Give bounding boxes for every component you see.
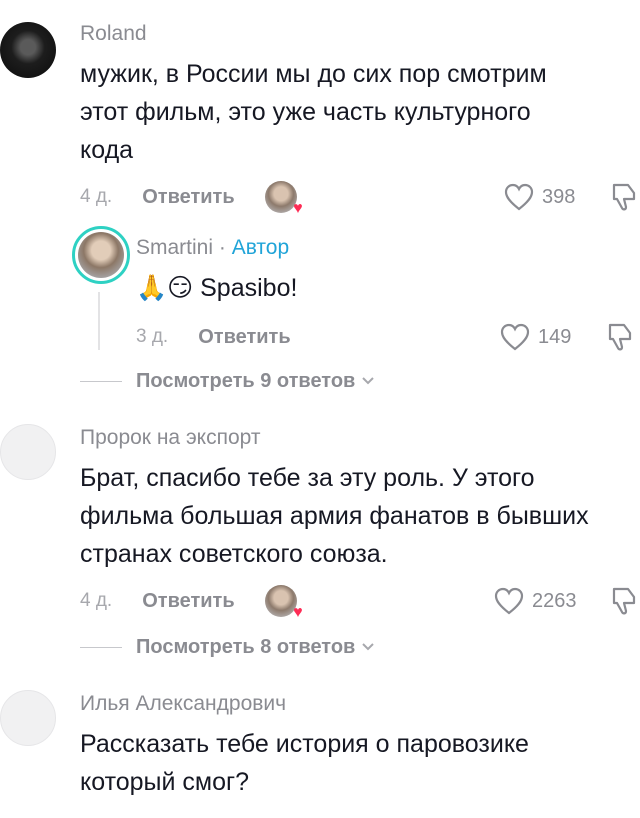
avatar[interactable] — [72, 226, 130, 284]
like-count: 398 — [542, 185, 576, 208]
like-count: 149 — [538, 325, 572, 348]
reply-username[interactable]: Smartini · Автор — [136, 236, 289, 260]
dislike-button[interactable] — [610, 180, 638, 214]
view-replies-button[interactable]: Посмотреть 8 ответов — [80, 632, 375, 662]
avatar[interactable] — [0, 22, 56, 78]
like-button[interactable]: 398 — [504, 180, 575, 214]
comment-meta: 4 д. Ответить ♥ — [80, 584, 303, 621]
thumbs-down-icon — [608, 323, 632, 351]
avatar[interactable] — [0, 690, 56, 746]
reply-button[interactable]: Ответить — [198, 326, 290, 349]
comment-text-line: фильма большая армия фанатов в бывших — [80, 502, 589, 530]
author-badge: Автор — [231, 236, 290, 259]
reply-meta: 3 д. Ответить — [136, 320, 291, 354]
heart-outline-icon — [500, 323, 530, 351]
view-replies-label: Посмотреть 9 ответов — [136, 369, 356, 392]
view-replies-button[interactable]: Посмотреть 9 ответов — [80, 366, 375, 396]
dislike-button[interactable] — [606, 320, 634, 354]
reply-time: 3 д. — [136, 326, 169, 347]
comment-time: 4 д. — [80, 186, 113, 207]
heart-icon: ♥ — [293, 604, 303, 621]
thumbs-down-icon — [612, 183, 636, 211]
comment-username[interactable]: Пророк на экспорт — [80, 426, 260, 450]
separator: · — [218, 236, 226, 259]
creator-liked-icon: ♥ — [264, 585, 303, 621]
comment-text-line: мужик, в России мы до сих пор смотрим — [80, 60, 547, 88]
comment-text-line: Брат, спасибо тебе за эту роль. У этого — [80, 464, 535, 492]
like-button[interactable]: 149 — [500, 320, 571, 354]
divider — [80, 380, 122, 382]
reply-username-text: Smartini — [136, 236, 214, 259]
comment-username[interactable]: Roland — [80, 22, 147, 46]
thread-line — [98, 292, 100, 350]
comment-text-line: странах советского союза. — [80, 540, 388, 568]
comment-text-line: Рассказать тебе история о паровозике — [80, 730, 529, 758]
like-button[interactable]: 2263 — [494, 584, 577, 618]
heart-outline-icon — [504, 183, 534, 211]
heart-outline-icon — [494, 587, 524, 615]
reply-button[interactable]: Ответить — [142, 590, 234, 613]
chevron-down-icon — [362, 377, 375, 385]
comment-username[interactable]: Илья Александрович — [80, 692, 286, 716]
creator-liked-icon: ♥ — [264, 181, 303, 217]
divider — [80, 646, 122, 648]
heart-icon: ♥ — [293, 200, 303, 217]
avatar-image — [78, 232, 124, 278]
comment-time: 4 д. — [80, 590, 113, 611]
comment-meta: 4 д. Ответить ♥ — [80, 180, 303, 217]
comment-text-line: кода — [80, 136, 134, 164]
reply-text: 🙏😏 Spasibo! — [136, 274, 298, 302]
like-count: 2263 — [532, 589, 577, 612]
chevron-down-icon — [362, 643, 375, 651]
avatar[interactable] — [0, 424, 56, 480]
reply-button[interactable]: Ответить — [142, 186, 234, 209]
thumbs-down-icon — [612, 587, 636, 615]
comment-text-line: который смог? — [80, 768, 250, 796]
view-replies-label: Посмотреть 8 ответов — [136, 635, 356, 658]
comment-text-line: этот фильм, это уже часть культурного — [80, 98, 531, 126]
dislike-button[interactable] — [610, 584, 638, 618]
